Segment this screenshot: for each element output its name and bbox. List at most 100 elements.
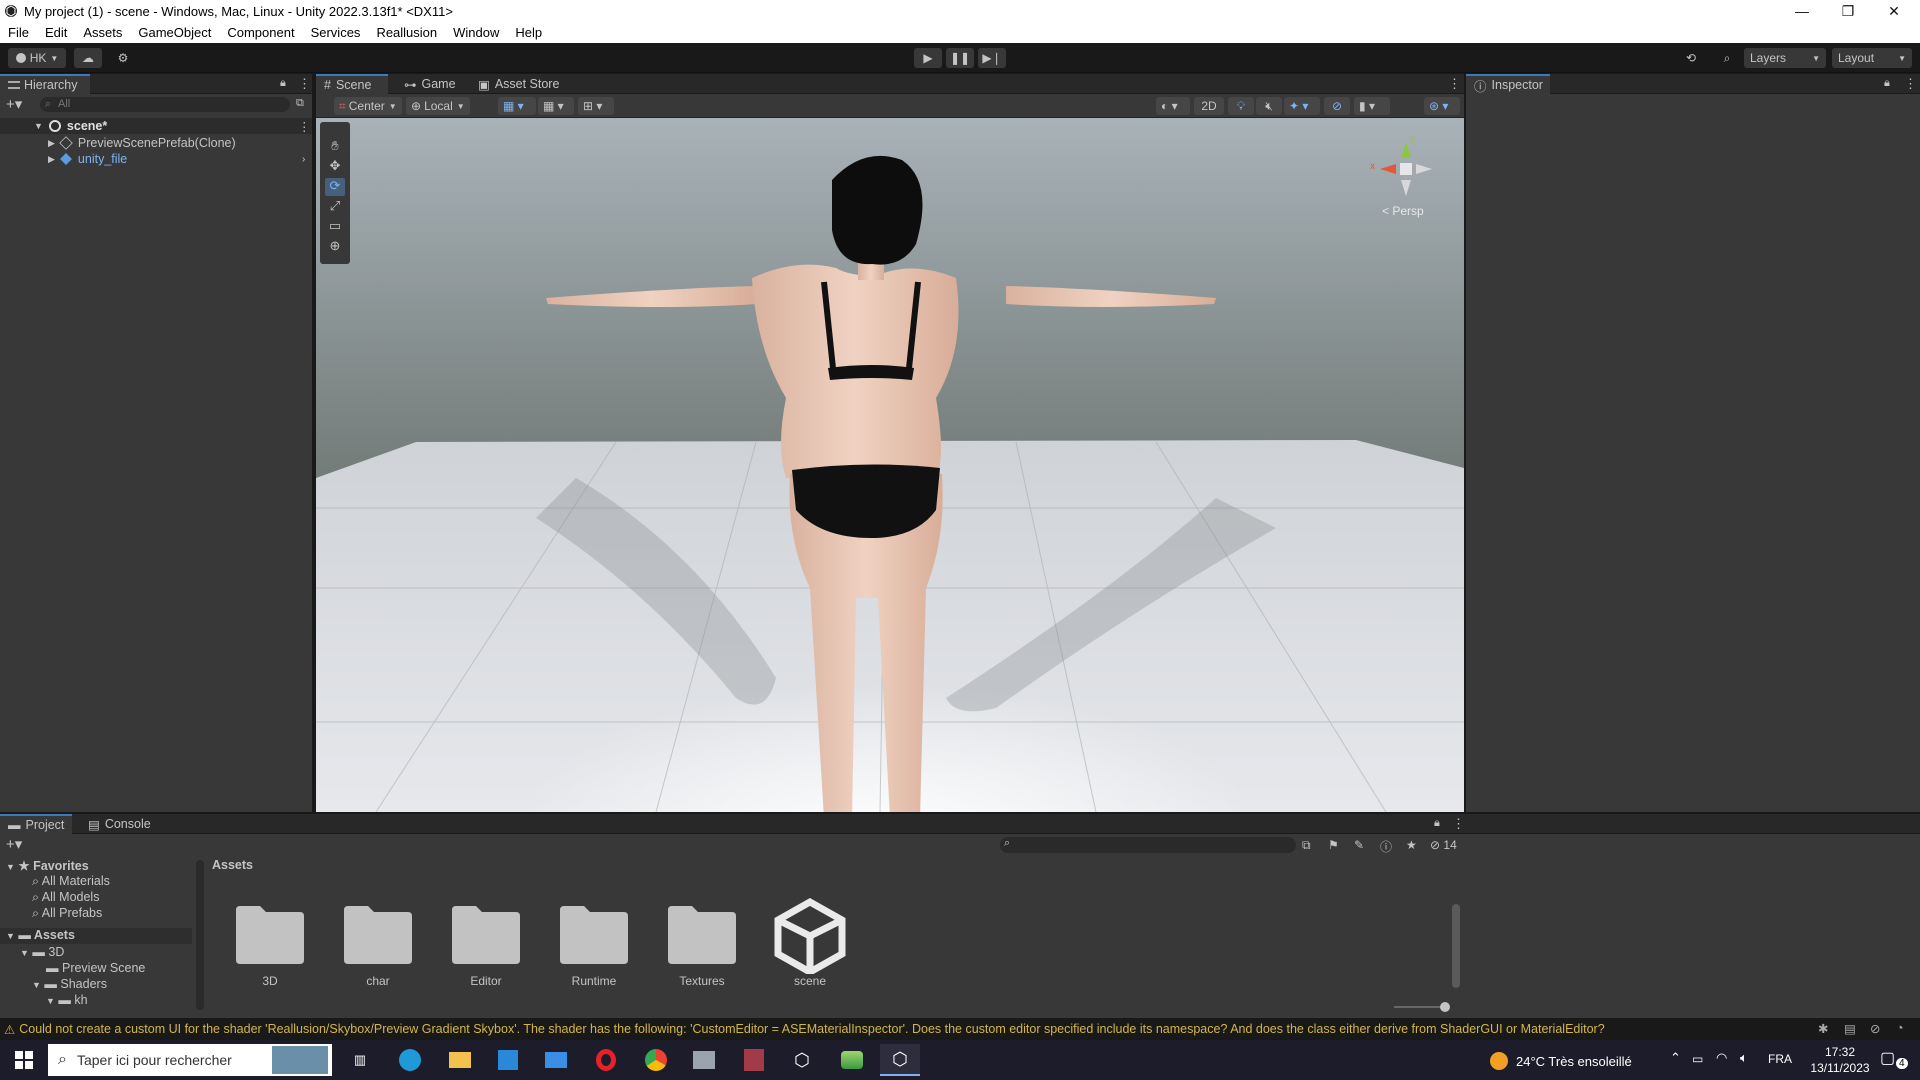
camera-dropdown[interactable]: ▮ ▾ [1354, 97, 1390, 115]
volume-icon[interactable]: 🔈︎ [1740, 1050, 1748, 1066]
transform-tool-icon[interactable]: ⊕ [325, 238, 345, 256]
task-view-button[interactable]: ▥ [340, 1044, 380, 1076]
taskbar-search-input[interactable]: ⌕ Taper ici pour rechercher [48, 1044, 332, 1076]
asset-item[interactable]: 3D [220, 898, 320, 1018]
search-by-label-icon[interactable]: ⚑ [1328, 838, 1339, 852]
clock[interactable]: 17:32 13/11/2023 [1800, 1044, 1880, 1076]
store-app[interactable] [488, 1044, 528, 1076]
more-icon[interactable]: ⋮ [1452, 816, 1465, 832]
filter-icon[interactable]: ⧉ [296, 97, 304, 110]
start-button[interactable] [4, 1044, 44, 1076]
asset-item[interactable]: Runtime [544, 898, 644, 1018]
slider-thumb[interactable] [1440, 1002, 1450, 1012]
app-window-app[interactable] [684, 1044, 724, 1076]
reallusion-app[interactable] [832, 1044, 872, 1076]
hierarchy-item[interactable]: ▶ PreviewScenePrefab(Clone) [0, 135, 312, 151]
project-sidebar-scrollbar[interactable] [196, 860, 204, 1010]
pivot-dropdown[interactable]: ⌗ Center ▼ [334, 97, 402, 115]
asset-item[interactable]: Editor [436, 898, 536, 1018]
language-indicator[interactable]: FRA [1768, 1052, 1792, 1066]
cache-icon[interactable]: ▤ [1844, 1021, 1856, 1036]
minimize-button[interactable]: — [1780, 0, 1824, 22]
more-icon[interactable]: ⋮ [298, 119, 311, 134]
lock-icon[interactable]: 🔒︎ [1434, 817, 1440, 830]
battery-icon[interactable]: ▭ [1692, 1052, 1703, 1066]
lock-icon[interactable]: 🔒︎ [1884, 77, 1890, 90]
edge-app[interactable] [390, 1044, 430, 1076]
hierarchy-search-input[interactable]: ⌕ All [40, 97, 290, 112]
grid-dropdown[interactable]: ▦ ▾ [538, 97, 574, 115]
step-button[interactable]: ▶❘ [978, 48, 1006, 68]
menu-edit[interactable]: Edit [37, 25, 75, 40]
chevron-right-icon[interactable]: › [302, 154, 305, 165]
play-button[interactable]: ▶ [914, 48, 942, 68]
mail-app[interactable] [536, 1044, 576, 1076]
scene-orientation-gizmo[interactable]: x y [1366, 134, 1446, 204]
lighting-toggle[interactable]: 💡︎ [1228, 97, 1254, 115]
scene-viewport[interactable]: x y < Persp ✋︎ ✥ ⟳ ⤢ ▭ ⊕ [316, 118, 1464, 812]
expand-arrow-icon[interactable]: ▶ [48, 138, 55, 149]
hierarchy-item[interactable]: ▶ unity_file › [0, 151, 312, 167]
profiler-icon[interactable]: ◔ [1896, 1021, 1904, 1035]
account-dropdown[interactable]: HK ▼ [8, 48, 66, 68]
tab-game[interactable]: ⊶ Game [396, 74, 464, 94]
asset-item[interactable]: Textures [652, 898, 752, 1018]
cloud-button[interactable]: ☁ [74, 48, 102, 68]
tree-item[interactable]: ▼ ▬ Shaders [32, 977, 107, 991]
notification-center[interactable]: ▢ 4 [1880, 1048, 1910, 1072]
info-icon[interactable]: ⓘ [1380, 838, 1392, 855]
projection-toggle[interactable]: < Persp [1382, 204, 1424, 218]
tag-icon[interactable]: ✎ [1354, 838, 1364, 852]
explorer-app[interactable] [440, 1044, 480, 1076]
hidden-packages-toggle[interactable]: ⊘ 14 [1430, 838, 1457, 852]
expand-arrow-icon[interactable]: ▼ [34, 121, 43, 131]
history-button[interactable]: ⟲ [1678, 48, 1704, 68]
favorite-item[interactable]: ⌕ All Materials [32, 874, 110, 889]
grid-snap-dropdown[interactable]: ▦ ▾ [498, 97, 536, 115]
project-search-input[interactable]: ⌕ [1000, 837, 1296, 853]
tab-scene[interactable]: # Scene [316, 74, 388, 94]
auto-refresh-icon[interactable]: ⊘ [1870, 1021, 1880, 1036]
chevron-up-icon[interactable]: ⌃ [1670, 1050, 1681, 1066]
search-button[interactable]: ⌕ [1714, 48, 1740, 68]
expand-arrow-icon[interactable]: ▶ [48, 154, 55, 165]
favorites-header[interactable]: ▼ ★ Favorites [6, 858, 89, 873]
tree-item[interactable]: ▼ ▬ kh [46, 993, 88, 1007]
menu-assets[interactable]: Assets [75, 25, 130, 40]
hand-tool-icon[interactable]: ✋︎ [325, 138, 345, 156]
asset-item[interactable]: char [328, 898, 428, 1018]
search-by-type-icon[interactable]: ⧉ [1302, 838, 1311, 853]
menu-reallusion[interactable]: Reallusion [368, 25, 445, 40]
audio-toggle[interactable]: 🔇︎ [1256, 97, 1282, 115]
close-button[interactable]: ✕ [1872, 0, 1916, 22]
lock-icon[interactable]: 🔒︎ [280, 77, 286, 90]
favorite-item[interactable]: ⌕ All Prefabs [32, 906, 102, 921]
asset-item[interactable]: scene [760, 898, 860, 1018]
debug-icon[interactable]: ✱ [1818, 1021, 1828, 1036]
menu-help[interactable]: Help [507, 25, 550, 40]
tab-asset-store[interactable]: ▣ Asset Store [470, 74, 570, 94]
tab-console[interactable]: ▤ Console [80, 814, 160, 834]
space-dropdown[interactable]: ⊕ Local ▼ [406, 97, 470, 115]
increment-snap-dropdown[interactable]: ⊞ ▾ [578, 97, 614, 115]
chrome-app[interactable] [636, 1044, 676, 1076]
weather-widget[interactable]: 24°C Très ensoleillé [1490, 1052, 1632, 1070]
more-icon[interactable]: ⋮ [298, 76, 311, 92]
add-icon[interactable]: +▾ [6, 95, 22, 113]
favorite-item[interactable]: ⌕ All Models [32, 890, 99, 905]
status-bar[interactable]: ⚠ Could not create a custom UI for the s… [0, 1018, 1920, 1040]
scale-tool-icon[interactable]: ⤢ [325, 198, 345, 216]
star-icon[interactable]: ★ [1406, 838, 1417, 852]
menu-file[interactable]: File [0, 25, 37, 40]
more-icon[interactable]: ⋮ [1904, 76, 1917, 92]
layers-dropdown[interactable]: Layers ▼ [1744, 48, 1826, 68]
menu-component[interactable]: Component [219, 25, 302, 40]
tree-item[interactable]: ▼ ▬ 3D [20, 945, 64, 959]
maximize-button[interactable]: ❐ [1826, 0, 1870, 22]
unity-hub-app[interactable]: ⬡ [782, 1044, 822, 1076]
winrar-app[interactable] [734, 1044, 774, 1076]
tab-hierarchy[interactable]: Hierarchy [0, 74, 90, 94]
unity-editor-app[interactable]: ⬡ [880, 1044, 920, 1076]
gizmos-dropdown[interactable]: ⊛ ▾ [1424, 97, 1460, 115]
add-icon[interactable]: +▾ [6, 835, 22, 853]
